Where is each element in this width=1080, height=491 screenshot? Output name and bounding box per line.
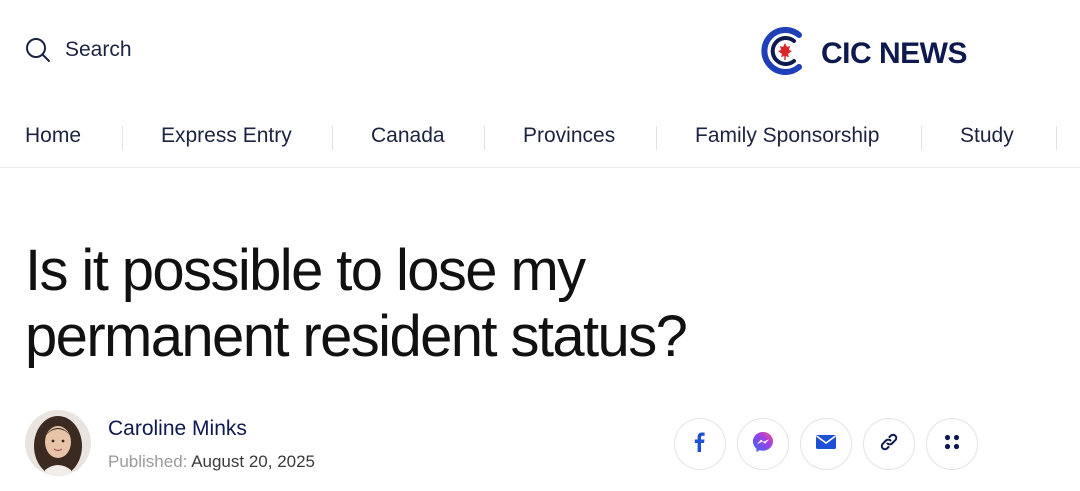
author-name[interactable]: Caroline Minks xyxy=(108,417,247,441)
cic-news-logo[interactable]: CIC NEWS xyxy=(759,27,968,80)
article-title-line-2: permanent resident status? xyxy=(25,304,688,369)
email-icon xyxy=(815,434,837,455)
published-info: Published: August 20, 2025 xyxy=(108,452,315,472)
messenger-icon xyxy=(752,431,774,458)
link-icon xyxy=(878,431,900,458)
facebook-icon xyxy=(691,432,709,457)
more-icon xyxy=(942,432,962,457)
author-avatar[interactable] xyxy=(25,410,91,476)
logo-text: CIC NEWS xyxy=(821,36,968,70)
nav-item-study[interactable]: Study xyxy=(960,124,1014,148)
nav-item-canada[interactable]: Canada xyxy=(371,124,445,148)
share-email-button[interactable] xyxy=(800,418,852,470)
share-messenger-button[interactable] xyxy=(737,418,789,470)
share-facebook-button[interactable] xyxy=(674,418,726,470)
article-title-line-1: Is it possible to lose my xyxy=(25,238,586,303)
nav-item-family-sponsorship[interactable]: Family Sponsorship xyxy=(695,124,879,148)
nav-divider xyxy=(484,126,485,150)
share-link-button[interactable] xyxy=(863,418,915,470)
article-title: Is it possible to lose my permanent resi… xyxy=(25,238,1025,370)
nav-divider xyxy=(122,126,123,150)
logo-mark-icon xyxy=(759,27,811,80)
main-nav: Home Express Entry Canada Provinces Fami… xyxy=(0,112,1080,168)
nav-divider xyxy=(921,126,922,150)
share-more-button[interactable] xyxy=(926,418,978,470)
nav-divider xyxy=(656,126,657,150)
search-label: Search xyxy=(65,38,132,61)
nav-item-express-entry[interactable]: Express Entry xyxy=(161,124,292,148)
nav-divider xyxy=(1056,126,1057,150)
search-button[interactable]: Search xyxy=(25,37,132,63)
published-label: Published: xyxy=(108,452,188,471)
nav-divider xyxy=(332,126,333,150)
search-icon xyxy=(25,37,51,63)
nav-item-home[interactable]: Home xyxy=(25,124,81,148)
site-header: Search CIC NEWS xyxy=(0,0,1080,105)
nav-item-provinces[interactable]: Provinces xyxy=(523,124,615,148)
published-date: August 20, 2025 xyxy=(191,452,316,471)
